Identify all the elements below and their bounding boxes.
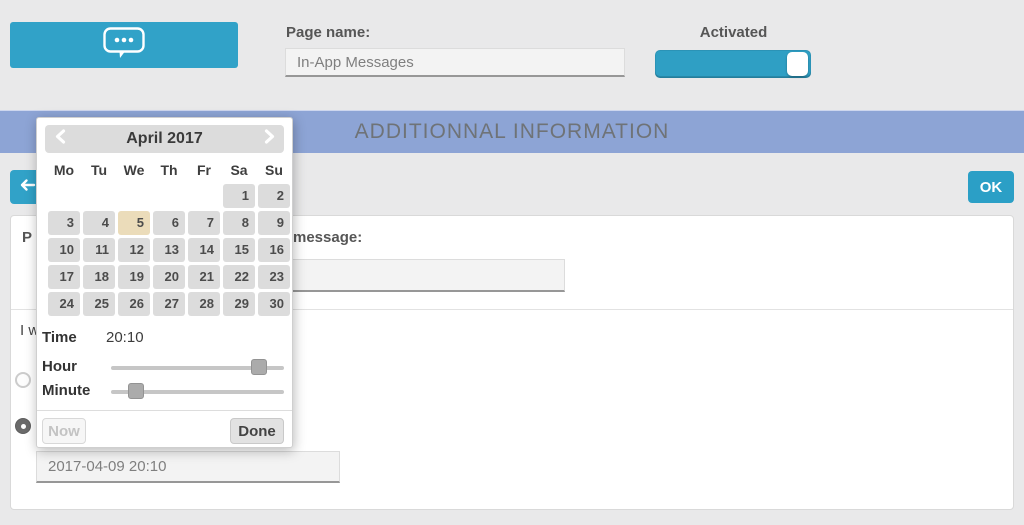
month-year-title: April 2017 <box>45 125 284 153</box>
time-label: Time <box>42 329 77 346</box>
calendar-dow-row: MoTuWeThFrSaSu <box>48 162 290 178</box>
calendar-day[interactable]: 20 <box>153 265 185 289</box>
calendar-day[interactable]: 24 <box>48 292 80 316</box>
calendar-day[interactable]: 22 <box>223 265 255 289</box>
calendar-day-empty <box>153 184 185 208</box>
calendar-day[interactable]: 13 <box>153 238 185 262</box>
chevron-left-icon <box>54 129 67 149</box>
activated-label: Activated <box>656 24 811 41</box>
radio-option-1[interactable] <box>15 372 31 388</box>
calendar-dow-label: Su <box>258 162 290 178</box>
message-label-fragment-start: P <box>22 229 32 246</box>
calendar-day[interactable]: 15 <box>223 238 255 262</box>
section-title: ADDITIONNAL INFORMATION <box>355 120 670 144</box>
calendar-day-empty <box>188 184 220 208</box>
calendar-dow-label: Th <box>153 162 185 178</box>
calendar-day[interactable]: 23 <box>258 265 290 289</box>
minute-label: Minute <box>42 382 90 399</box>
calendar-day-empty <box>83 184 115 208</box>
done-button[interactable]: Done <box>230 418 284 444</box>
calendar-day[interactable]: 26 <box>118 292 150 316</box>
left-arrow-icon <box>19 178 36 197</box>
page: Page name: Activated ADDITIONNAL INFORMA… <box>0 0 1024 525</box>
calendar-grid: 1234567891011121314151617181920212223242… <box>48 184 290 316</box>
chevron-right-icon <box>263 129 276 149</box>
calendar-day[interactable]: 3 <box>48 211 80 235</box>
datepicker-header: April 2017 <box>45 125 284 153</box>
calendar-dow-label: We <box>118 162 150 178</box>
calendar-day-empty <box>48 184 80 208</box>
calendar-day[interactable]: 12 <box>118 238 150 262</box>
calendar-day[interactable]: 28 <box>188 292 220 316</box>
time-value: 20:10 <box>106 329 144 346</box>
calendar-dow-label: Mo <box>48 162 80 178</box>
calendar-day[interactable]: 1 <box>223 184 255 208</box>
calendar-dow-label: Tu <box>83 162 115 178</box>
calendar-day[interactable]: 29 <box>223 292 255 316</box>
calendar-day[interactable]: 18 <box>83 265 115 289</box>
hour-slider[interactable] <box>111 366 284 370</box>
datetime-picker-popup: April 2017 MoTuWeThFrSaSu 12345678910111… <box>36 117 293 448</box>
calendar-day[interactable]: 9 <box>258 211 290 235</box>
speech-bubble-ellipsis-icon <box>103 27 145 64</box>
radio-option-2[interactable] <box>15 418 31 434</box>
calendar-day[interactable]: 5 <box>118 211 150 235</box>
calendar-day[interactable]: 17 <box>48 265 80 289</box>
calendar-day[interactable]: 30 <box>258 292 290 316</box>
ok-button[interactable]: OK <box>968 171 1014 203</box>
next-month-button[interactable] <box>256 125 282 153</box>
message-label-fragment-end: message: <box>293 229 362 246</box>
minute-slider-handle[interactable] <box>128 383 144 399</box>
page-name-input[interactable] <box>285 48 625 77</box>
hour-label: Hour <box>42 358 77 375</box>
datetime-input[interactable] <box>36 451 340 483</box>
calendar-day[interactable]: 4 <box>83 211 115 235</box>
messages-app-button[interactable] <box>10 22 238 68</box>
calendar-day[interactable]: 8 <box>223 211 255 235</box>
minute-slider[interactable] <box>111 390 284 394</box>
toggle-knob[interactable] <box>787 52 808 76</box>
calendar-day[interactable]: 19 <box>118 265 150 289</box>
calendar-day[interactable]: 10 <box>48 238 80 262</box>
calendar-day[interactable]: 2 <box>258 184 290 208</box>
calendar-day[interactable]: 21 <box>188 265 220 289</box>
hour-slider-handle[interactable] <box>251 359 267 375</box>
calendar-day[interactable]: 11 <box>83 238 115 262</box>
calendar-day[interactable]: 14 <box>188 238 220 262</box>
prev-month-button[interactable] <box>47 125 73 153</box>
calendar-day[interactable]: 6 <box>153 211 185 235</box>
calendar-dow-label: Fr <box>188 162 220 178</box>
calendar-day[interactable]: 16 <box>258 238 290 262</box>
calendar-day-empty <box>118 184 150 208</box>
divider <box>37 410 292 411</box>
now-button[interactable]: Now <box>42 418 86 444</box>
activated-toggle[interactable] <box>655 50 811 78</box>
page-name-label: Page name: <box>286 24 370 41</box>
calendar-day[interactable]: 27 <box>153 292 185 316</box>
calendar-day[interactable]: 7 <box>188 211 220 235</box>
calendar-day[interactable]: 25 <box>83 292 115 316</box>
calendar-dow-label: Sa <box>223 162 255 178</box>
